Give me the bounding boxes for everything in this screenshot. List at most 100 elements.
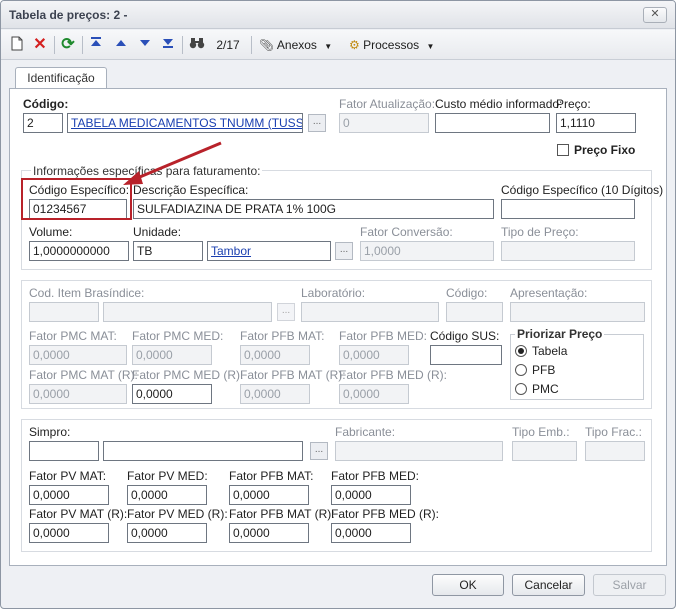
laboratorio-field[interactable] xyxy=(301,302,439,322)
gears-icon: ⚙ xyxy=(349,38,360,52)
codigo-10-label: Código Específico (10 Dígitos) xyxy=(501,183,664,197)
fator-pv-mat-field[interactable]: 0,0000 xyxy=(29,485,109,505)
save-button[interactable]: Salvar xyxy=(593,574,666,596)
first-record-icon[interactable] xyxy=(88,36,104,54)
fator-pmc-med-r-field[interactable]: 0,0000 xyxy=(132,384,212,404)
preco-fixo-label: Preço Fixo xyxy=(574,143,636,157)
tipo-preco-field[interactable] xyxy=(501,241,635,261)
fator-pfb-med-r-label: Fator PFB MED (R): xyxy=(339,368,448,382)
unidade-field[interactable]: TB xyxy=(133,241,203,261)
dialog-window: Tabela de preços: 2 - ✕ ✕ ⟳ 2/17 📎︎ Anex… xyxy=(0,0,676,609)
fabricante-label: Fabricante: xyxy=(335,425,396,439)
next-record-icon[interactable] xyxy=(137,36,153,54)
tipo-frac-label: Tipo Frac.: xyxy=(585,425,642,439)
fator-pv-mat-r-field[interactable]: 0,0000 xyxy=(29,523,109,543)
fator-pfb-mat-r-simpro-label: Fator PFB MAT (R): xyxy=(229,507,335,521)
fator-pfb-mat-r-field[interactable]: 0,0000 xyxy=(240,384,310,404)
attachments-label: Anexos xyxy=(276,38,317,52)
priorizar-pmc-radio[interactable] xyxy=(515,383,527,395)
unidade-link[interactable]: Tambor xyxy=(211,244,251,258)
priorizar-pfb-radio[interactable] xyxy=(515,364,527,376)
simpro-code-field[interactable] xyxy=(29,441,99,461)
unidade-lookup-button[interactable]: ... xyxy=(335,242,353,260)
new-record-icon[interactable] xyxy=(9,36,25,54)
fator-pfb-mat-simpro-field[interactable]: 0,0000 xyxy=(229,485,309,505)
fator-pmc-med-label: Fator PMC MED: xyxy=(132,329,224,343)
cod-item-brasindice-field[interactable] xyxy=(29,302,99,322)
simpro-description-field[interactable] xyxy=(103,441,303,461)
simpro-lookup-button[interactable]: ... xyxy=(310,442,328,460)
fator-pfb-med-label: Fator PFB MED: xyxy=(339,329,428,343)
cod-item-brasindice-label: Cod. Item Brasíndice: xyxy=(29,286,145,300)
brasindice-codigo-label: Código: xyxy=(446,286,488,300)
simpro-label: Simpro: xyxy=(29,425,71,439)
tipo-emb-field[interactable] xyxy=(512,441,577,461)
fator-conversao-field[interactable]: 1,0000 xyxy=(360,241,494,261)
tab-identificacao[interactable]: Identificação xyxy=(15,67,107,89)
previous-record-icon[interactable] xyxy=(113,36,129,54)
toolbar-separator xyxy=(182,36,183,54)
priorizar-preco-title: Priorizar Preço xyxy=(515,327,605,341)
tipo-preco-label: Tipo de Preço: xyxy=(501,225,579,239)
refresh-icon[interactable]: ⟳ xyxy=(59,36,77,54)
fator-pfb-med-r-simpro-field[interactable]: 0,0000 xyxy=(331,523,411,543)
volume-field[interactable]: 1,0000000000 xyxy=(29,241,129,261)
toolbar-separator xyxy=(251,36,252,54)
codigo-label: Código: xyxy=(23,97,69,111)
priorizar-tabela-label: Tabela xyxy=(532,344,568,358)
cancel-button[interactable]: Cancelar xyxy=(512,574,585,596)
record-position: 2/17 xyxy=(216,38,240,52)
delete-icon[interactable]: ✕ xyxy=(31,36,49,54)
table-lookup-field[interactable]: TABELA MEDICAMENTOS TNUMM (TUSS) xyxy=(67,113,303,133)
brasindice-lookup-button[interactable]: ... xyxy=(277,303,295,321)
last-record-icon[interactable] xyxy=(160,36,176,54)
processes-label: Processos xyxy=(363,38,420,52)
fator-atualizacao-label: Fator Atualização: xyxy=(339,97,436,111)
preco-field[interactable]: 1,1110 xyxy=(556,113,636,133)
fator-atualizacao-field[interactable]: 0 xyxy=(339,113,429,133)
dropdown-arrow-icon: ▼ xyxy=(426,42,435,51)
codigo-field[interactable]: 2 xyxy=(23,113,63,133)
priorizar-pfb-label: PFB xyxy=(532,363,556,377)
binoculars-icon[interactable] xyxy=(188,36,206,54)
custo-medio-label: Custo médio informado: xyxy=(435,97,563,111)
preco-label: Preço: xyxy=(556,97,591,111)
apresentacao-field[interactable] xyxy=(510,302,645,322)
apresentacao-label: Apresentação: xyxy=(510,286,588,300)
tipo-emb-label: Tipo Emb.: xyxy=(512,425,570,439)
codigo-sus-field[interactable] xyxy=(430,345,502,365)
fator-pfb-mat-label: Fator PFB MAT: xyxy=(240,329,325,343)
priorizar-preco-group xyxy=(510,334,644,400)
fator-pv-med-label: Fator PV MED: xyxy=(127,469,208,483)
brasindice-codigo-field[interactable] xyxy=(446,302,503,322)
descricao-especifica-field[interactable]: SULFADIAZINA DE PRATA 1% 100G xyxy=(133,199,494,219)
priorizar-tabela-radio[interactable] xyxy=(515,345,527,357)
table-lookup-button[interactable]: ... xyxy=(308,114,326,132)
fator-pfb-med-r-field[interactable]: 0,0000 xyxy=(339,384,409,404)
fator-pfb-mat-field[interactable]: 0,0000 xyxy=(240,345,310,365)
attachments-menu[interactable]: 📎︎ Anexos ▼ xyxy=(259,36,339,54)
fator-pmc-mat-r-field[interactable]: 0,0000 xyxy=(29,384,127,404)
fator-pmc-med-r-label: Fator PMC MED (R): xyxy=(132,368,244,382)
fator-pfb-mat-r-simpro-field[interactable]: 0,0000 xyxy=(229,523,309,543)
toolbar: ✕ ⟳ 2/17 📎︎ Anexos ▼ ⚙ Processos ▼ xyxy=(1,30,675,60)
fator-pmc-mat-field[interactable]: 0,0000 xyxy=(29,345,127,365)
fator-pfb-med-simpro-field[interactable]: 0,0000 xyxy=(331,485,411,505)
close-button[interactable]: ✕ xyxy=(643,7,667,23)
preco-fixo-checkbox[interactable] xyxy=(557,144,569,156)
fabricante-field[interactable] xyxy=(335,441,503,461)
fator-pmc-med-field[interactable]: 0,0000 xyxy=(132,345,212,365)
processes-menu[interactable]: ⚙ Processos ▼ xyxy=(349,36,449,54)
unidade-lookup-field[interactable]: Tambor xyxy=(207,241,331,261)
fator-pfb-med-field[interactable]: 0,0000 xyxy=(339,345,409,365)
ok-button[interactable]: OK xyxy=(432,574,504,596)
codigo-sus-label: Código SUS: xyxy=(430,329,500,343)
tipo-frac-field[interactable] xyxy=(585,441,645,461)
brasindice-description-field[interactable] xyxy=(103,302,272,322)
table-link[interactable]: TABELA MEDICAMENTOS TNUMM (TUSS) xyxy=(71,116,302,130)
fator-pv-med-field[interactable]: 0,0000 xyxy=(127,485,207,505)
fator-pv-mat-label: Fator PV MAT: xyxy=(29,469,107,483)
codigo-10-field[interactable] xyxy=(501,199,635,219)
custo-medio-field[interactable] xyxy=(435,113,550,133)
fator-pv-med-r-field[interactable]: 0,0000 xyxy=(127,523,207,543)
